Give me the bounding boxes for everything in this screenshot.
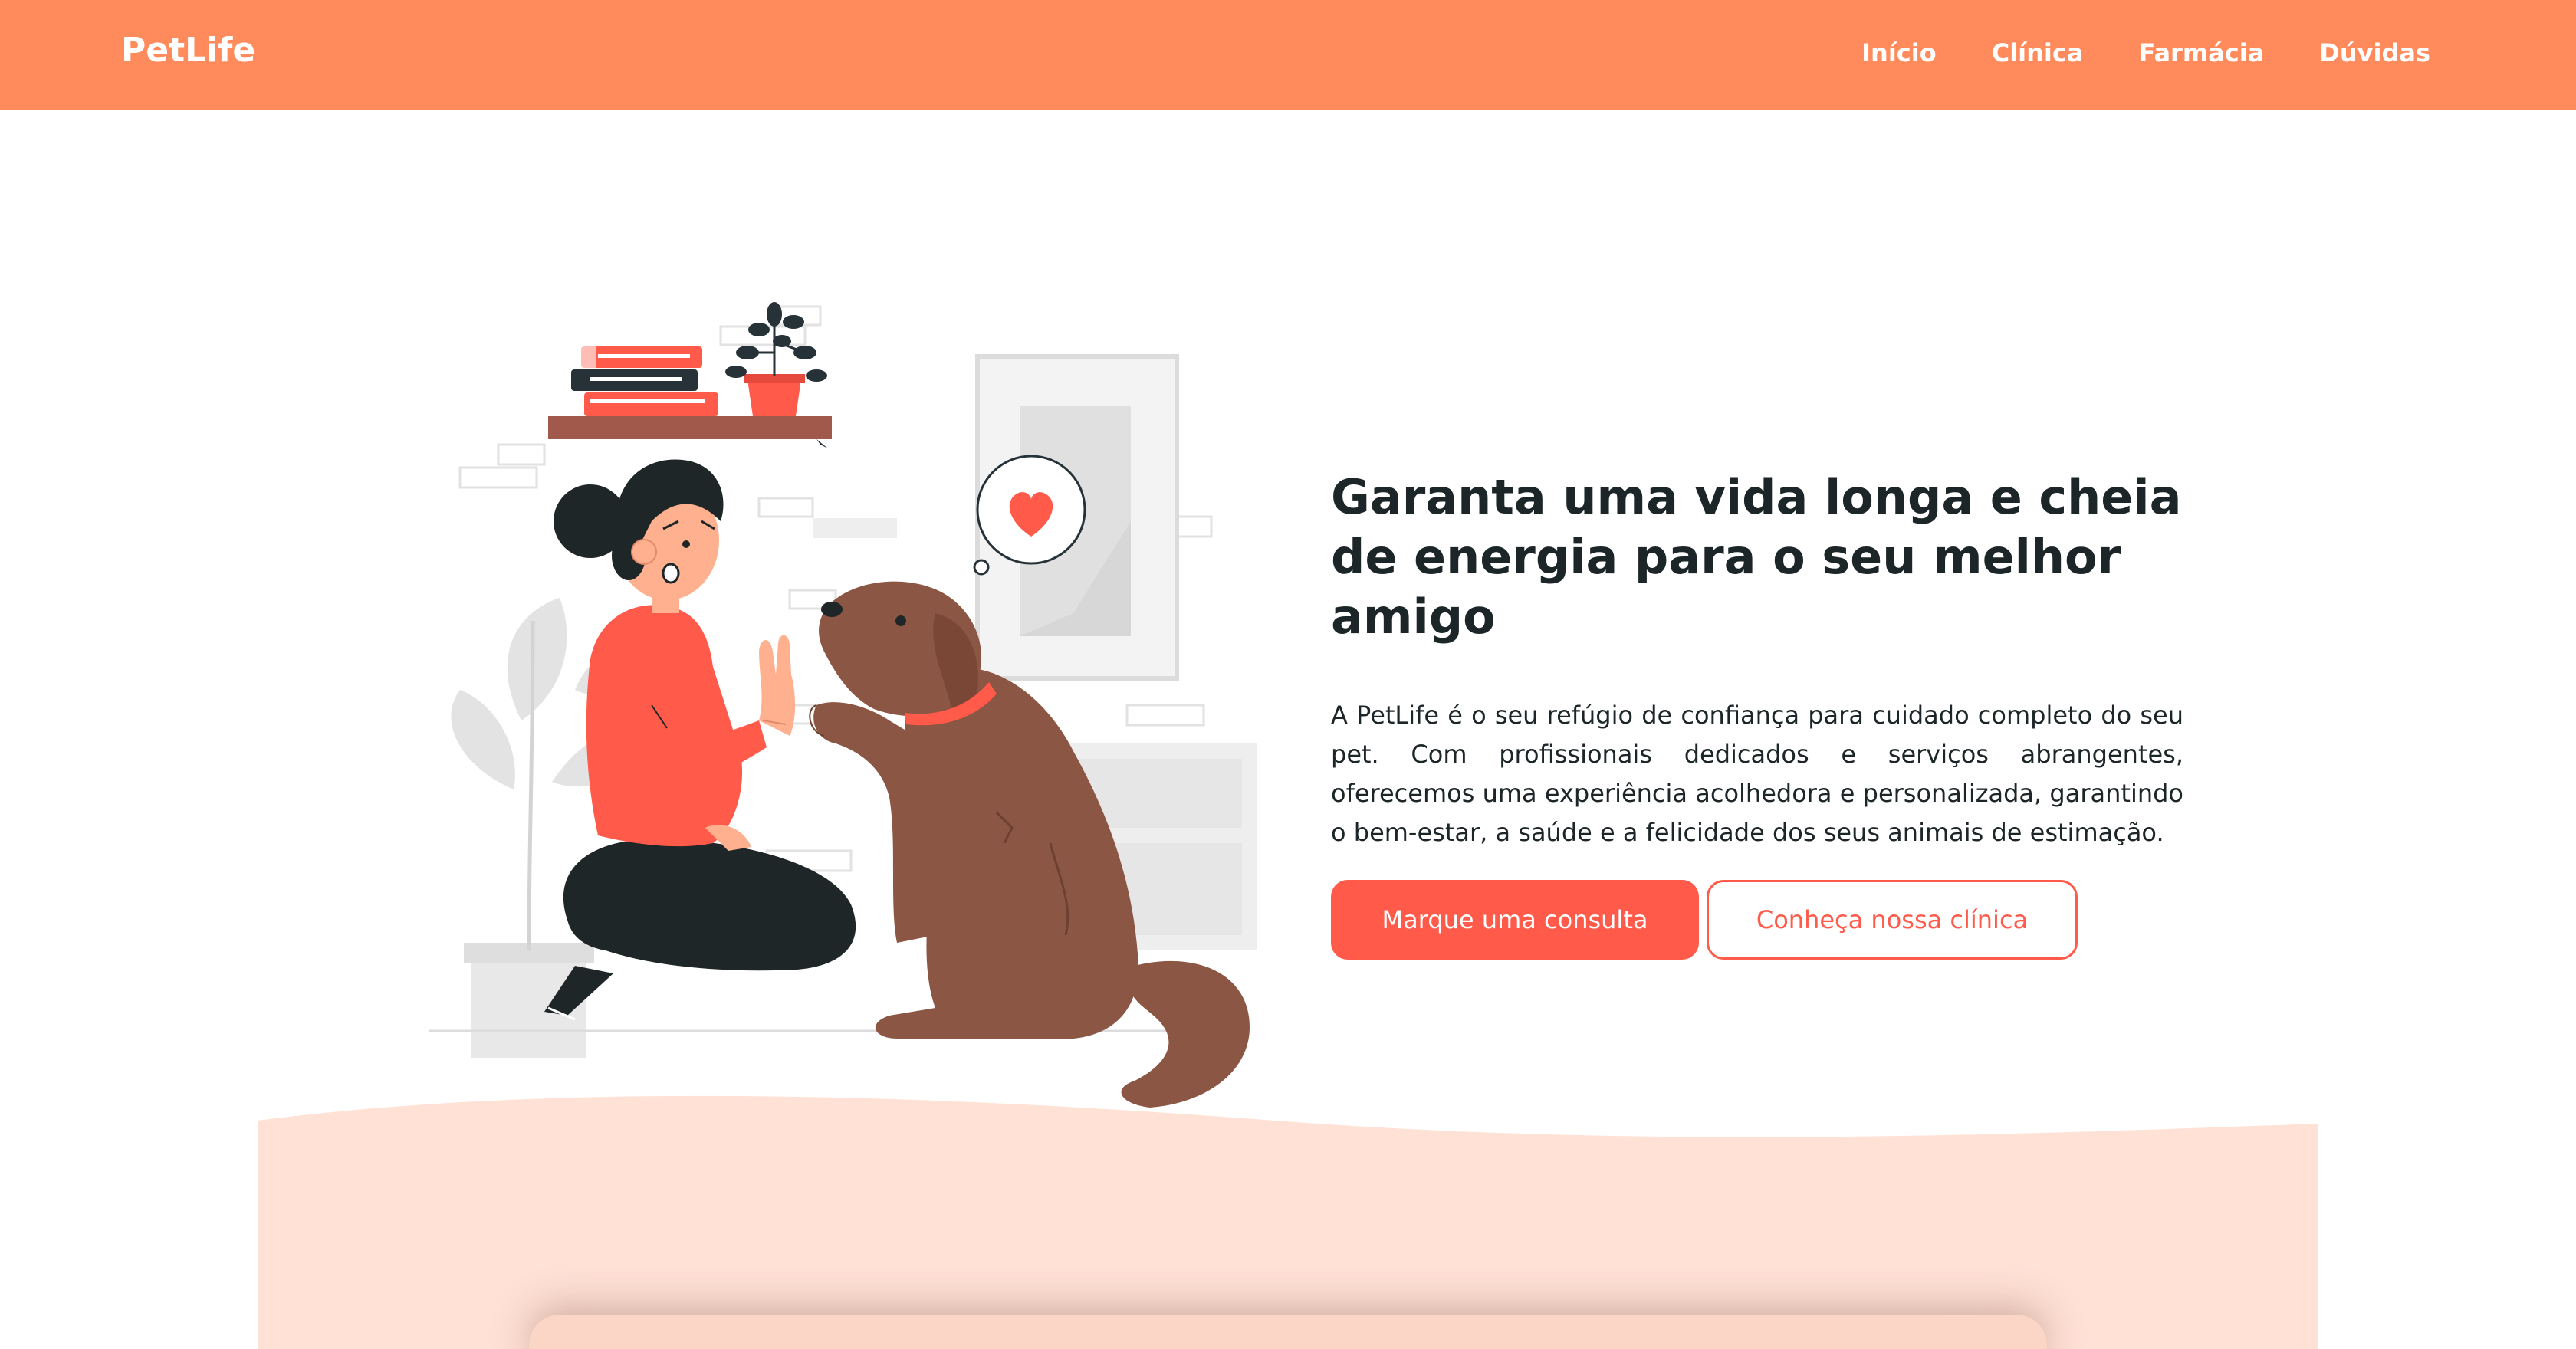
woman-high-five-dog-illustration [429,302,1257,1108]
book-appointment-button[interactable]: Marque uma consulta [1331,880,1699,960]
nav-link-farmacia[interactable]: Farmácia [2138,38,2264,67]
page: PetLife Início Clínica Farmácia Dúvidas [0,0,2576,1349]
nav-link-inicio[interactable]: Início [1861,38,1937,67]
card-shadow [529,1315,2047,1349]
hero-title: Garanta uma vida longa e cheia de energi… [1331,469,2182,645]
logo[interactable]: PetLife [121,31,255,70]
top-header: PetLife Início Clínica Farmácia Dúvidas [0,0,2576,110]
main-nav: Início Clínica Farmácia Dúvidas [1861,38,2430,67]
hero-description: A PetLife é o seu refúgio de confiança p… [1331,701,2183,847]
know-clinic-button[interactable]: Conheça nossa clínica [1707,880,2078,960]
wave-section-background [258,1095,2318,1349]
nav-link-clinica[interactable]: Clínica [1992,38,2084,67]
nav-link-duvidas[interactable]: Dúvidas [2319,38,2430,67]
hero-content: Garanta uma vida longa e cheia de energi… [1331,468,2187,960]
hero-buttons: Marque uma consulta Conheça nossa clínic… [1331,880,2187,960]
